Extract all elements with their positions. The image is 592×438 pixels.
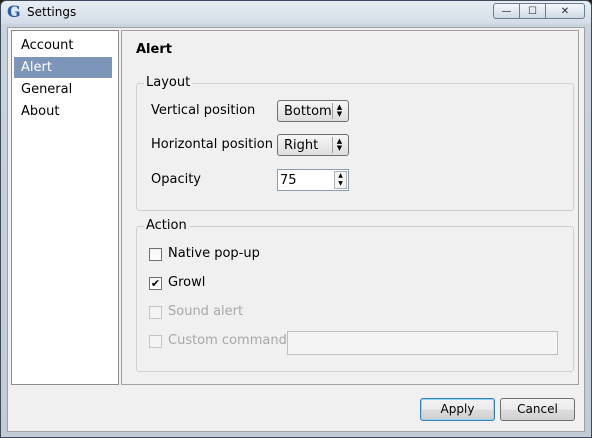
- action-group: Action Native pop-up ✔ Growl Sound alert…: [136, 218, 574, 372]
- horizontal-position-select[interactable]: Right ▲ ▼: [277, 134, 349, 156]
- nav-item-general[interactable]: General: [14, 79, 112, 100]
- growl-checkbox[interactable]: ✔: [149, 277, 162, 290]
- maximize-button[interactable]: ☐: [519, 3, 545, 19]
- title-bar[interactable]: G Settings — ☐ ✕: [1, 1, 591, 23]
- spin-arrows-icon: ▲ ▼: [332, 103, 346, 119]
- nav-item-account[interactable]: Account: [14, 35, 112, 56]
- horizontal-position-value: Right: [284, 138, 319, 153]
- window-controls: — ☐ ✕: [493, 3, 585, 19]
- close-icon: ✕: [560, 5, 570, 17]
- opacity-label: Opacity: [151, 172, 202, 187]
- sound-alert-label: Sound alert: [168, 304, 244, 319]
- vertical-position-select[interactable]: Bottom ▲ ▼: [277, 100, 349, 122]
- settings-window: G Settings — ☐ ✕ Account Alert General A…: [0, 0, 592, 438]
- opacity-value: 75: [280, 173, 297, 188]
- action-group-label: Action: [144, 218, 189, 233]
- native-popup-checkbox[interactable]: [149, 248, 162, 261]
- alert-settings-panel: Alert Layout Vertical position Bottom ▲ ▼…: [121, 30, 579, 385]
- layout-group-label: Layout: [144, 75, 193, 90]
- sound-alert-checkbox[interactable]: [149, 306, 162, 319]
- opacity-spinner[interactable]: 75 ▲ ▼: [277, 169, 349, 191]
- spinner-arrows-icon[interactable]: ▲ ▼: [334, 171, 347, 189]
- check-icon: ✔: [150, 277, 161, 290]
- nav-item-about[interactable]: About: [14, 101, 112, 122]
- app-logo-icon: G: [7, 2, 21, 21]
- cancel-button[interactable]: Cancel: [500, 398, 575, 421]
- custom-command-input[interactable]: [287, 331, 558, 355]
- vertical-position-label: Vertical position: [151, 103, 256, 118]
- horizontal-position-label: Horizontal position: [151, 137, 274, 152]
- settings-nav: Account Alert General About: [11, 30, 119, 385]
- custom-command-label: Custom command: [168, 333, 287, 348]
- native-popup-label[interactable]: Native pop-up: [168, 246, 260, 261]
- window-title: Settings: [27, 5, 77, 19]
- spin-arrows-icon: ▲ ▼: [332, 137, 346, 153]
- custom-command-checkbox[interactable]: [149, 335, 162, 348]
- vertical-position-value: Bottom: [284, 104, 332, 119]
- nav-item-alert[interactable]: Alert: [14, 57, 112, 78]
- growl-label[interactable]: Growl: [168, 275, 205, 290]
- layout-group: Layout Vertical position Bottom ▲ ▼ Horiz…: [136, 75, 574, 211]
- client-area: Account Alert General About Alert Layout…: [7, 27, 585, 432]
- minimize-button[interactable]: —: [493, 3, 519, 19]
- maximize-icon: ☐: [528, 5, 537, 17]
- page-title: Alert: [136, 42, 172, 57]
- close-button[interactable]: ✕: [545, 3, 585, 19]
- minimize-icon: —: [501, 5, 512, 17]
- apply-button[interactable]: Apply: [420, 398, 495, 421]
